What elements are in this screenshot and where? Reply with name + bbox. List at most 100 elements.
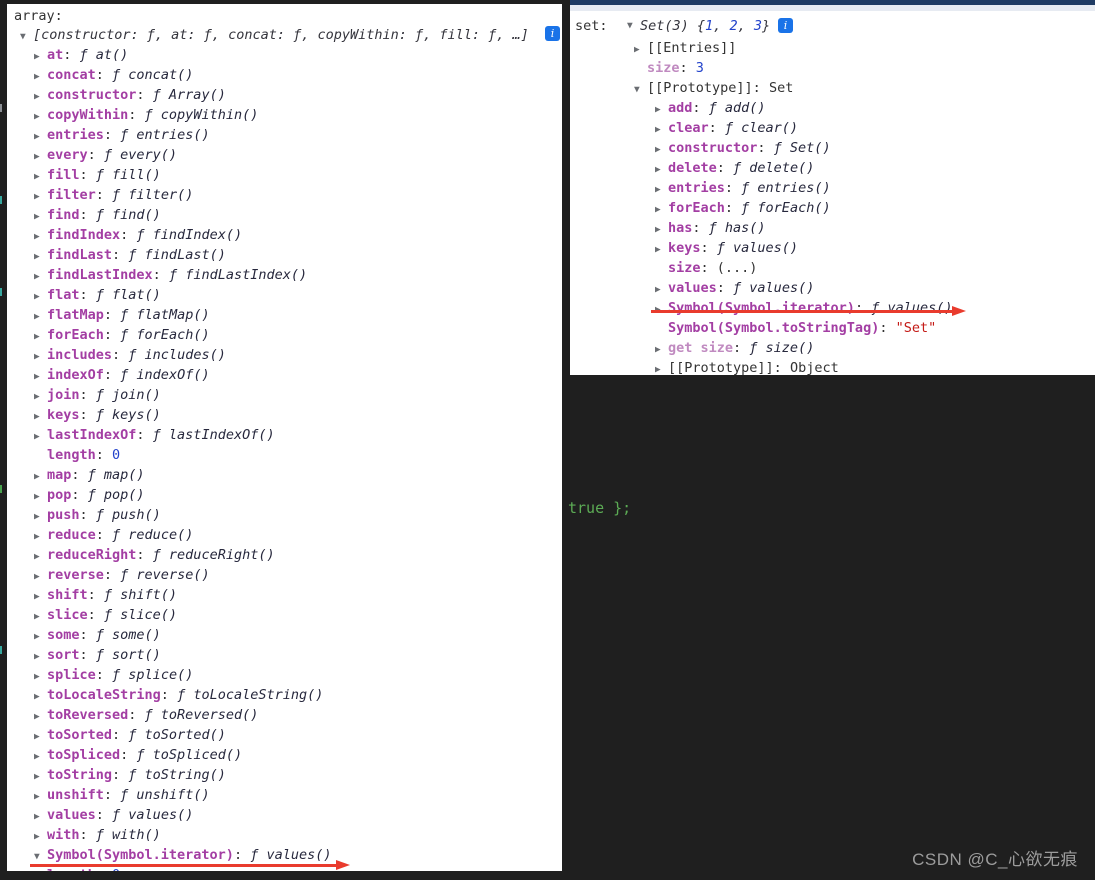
tree-row[interactable]: ▼Symbol(Symbol.iterator): ƒ values() — [7, 845, 562, 865]
chevron-collapsed-icon[interactable]: ▶ — [34, 147, 47, 167]
chevron-collapsed-icon[interactable]: ▶ — [34, 787, 47, 807]
chevron-expanded-icon[interactable]: ▼ — [20, 27, 33, 47]
chevron-collapsed-icon[interactable]: ▶ — [34, 667, 47, 687]
tree-row[interactable]: ▶[[Prototype]]: Object — [570, 358, 1095, 375]
chevron-collapsed-icon[interactable]: ▶ — [655, 340, 668, 360]
tree-row[interactable]: ▶sort: ƒ sort() — [7, 645, 562, 665]
chevron-collapsed-icon[interactable]: ▶ — [34, 407, 47, 427]
chevron-collapsed-icon[interactable]: ▶ — [34, 427, 47, 447]
tree-row[interactable]: ▶entries: ƒ entries() — [570, 178, 1095, 198]
chevron-collapsed-icon[interactable]: ▶ — [34, 547, 47, 567]
chevron-collapsed-icon[interactable]: ▶ — [655, 220, 668, 240]
chevron-expanded-icon[interactable]: ▼ — [634, 80, 647, 100]
chevron-collapsed-icon[interactable]: ▶ — [34, 187, 47, 207]
array-root-row[interactable]: ▼[constructor: ƒ, at: ƒ, concat: ƒ, copy… — [20, 25, 529, 45]
chevron-collapsed-icon[interactable]: ▶ — [34, 307, 47, 327]
chevron-collapsed-icon[interactable]: ▶ — [34, 827, 47, 847]
tree-row[interactable]: ▶entries: ƒ entries() — [7, 125, 562, 145]
tree-row[interactable]: ▶with: ƒ with() — [7, 825, 562, 845]
tree-row[interactable]: ▶findIndex: ƒ findIndex() — [7, 225, 562, 245]
chevron-collapsed-icon[interactable]: ▶ — [34, 367, 47, 387]
tree-row[interactable]: size: (...) — [570, 258, 1095, 278]
chevron-collapsed-icon[interactable]: ▶ — [34, 567, 47, 587]
tree-row[interactable]: ▶findLastIndex: ƒ findLastIndex() — [7, 265, 562, 285]
tree-row[interactable]: ▶some: ƒ some() — [7, 625, 562, 645]
tree-row[interactable]: ▶add: ƒ add() — [570, 98, 1095, 118]
chevron-collapsed-icon[interactable]: ▶ — [34, 47, 47, 67]
chevron-collapsed-icon[interactable]: ▶ — [34, 327, 47, 347]
tree-row[interactable]: ▶reverse: ƒ reverse() — [7, 565, 562, 585]
chevron-collapsed-icon[interactable]: ▶ — [655, 100, 668, 120]
tree-row[interactable]: Symbol(Symbol.toStringTag): "Set" — [570, 318, 1095, 338]
chevron-collapsed-icon[interactable]: ▶ — [34, 727, 47, 747]
tree-row[interactable]: ▶pop: ƒ pop() — [7, 485, 562, 505]
chevron-collapsed-icon[interactable]: ▶ — [34, 287, 47, 307]
chevron-collapsed-icon[interactable]: ▶ — [655, 280, 668, 300]
tree-row[interactable]: ▶push: ƒ push() — [7, 505, 562, 525]
chevron-collapsed-icon[interactable]: ▶ — [34, 627, 47, 647]
chevron-collapsed-icon[interactable]: ▶ — [655, 140, 668, 160]
chevron-collapsed-icon[interactable]: ▶ — [34, 527, 47, 547]
tree-row[interactable]: ▶splice: ƒ splice() — [7, 665, 562, 685]
chevron-collapsed-icon[interactable]: ▶ — [34, 107, 47, 127]
chevron-collapsed-icon[interactable]: ▶ — [34, 687, 47, 707]
chevron-collapsed-icon[interactable]: ▶ — [655, 120, 668, 140]
tree-row[interactable]: ▶constructor: ƒ Set() — [570, 138, 1095, 158]
tree-row[interactable]: ▶findLast: ƒ findLast() — [7, 245, 562, 265]
tree-row[interactable]: size: 3 — [570, 58, 1095, 78]
chevron-collapsed-icon[interactable]: ▶ — [34, 467, 47, 487]
tree-row[interactable]: ▶concat: ƒ concat() — [7, 65, 562, 85]
chevron-collapsed-icon[interactable]: ▶ — [34, 487, 47, 507]
tree-row[interactable]: ▶reduce: ƒ reduce() — [7, 525, 562, 545]
tree-row[interactable]: ▼[[Prototype]]: Set — [570, 78, 1095, 98]
chevron-collapsed-icon[interactable]: ▶ — [34, 247, 47, 267]
tree-row[interactable]: ▶Symbol(Symbol.iterator): ƒ values() — [570, 298, 1095, 318]
chevron-collapsed-icon[interactable]: ▶ — [655, 180, 668, 200]
chevron-collapsed-icon[interactable]: ▶ — [34, 747, 47, 767]
tree-row[interactable]: ▶toString: ƒ toString() — [7, 765, 562, 785]
chevron-collapsed-icon[interactable]: ▶ — [655, 360, 668, 375]
tree-row[interactable]: ▶fill: ƒ fill() — [7, 165, 562, 185]
chevron-collapsed-icon[interactable]: ▶ — [34, 67, 47, 87]
chevron-collapsed-icon[interactable]: ▶ — [34, 267, 47, 287]
tree-row[interactable]: ▶get size: ƒ size() — [570, 338, 1095, 358]
chevron-collapsed-icon[interactable]: ▶ — [34, 647, 47, 667]
tree-row[interactable]: ▶[[Entries]] — [570, 38, 1095, 58]
chevron-collapsed-icon[interactable]: ▶ — [655, 160, 668, 180]
info-icon[interactable]: i — [778, 18, 793, 33]
tree-row[interactable]: ▶toSorted: ƒ toSorted() — [7, 725, 562, 745]
tree-row[interactable]: ▶flat: ƒ flat() — [7, 285, 562, 305]
chevron-collapsed-icon[interactable]: ▶ — [34, 707, 47, 727]
tree-row[interactable]: ▶at: ƒ at() — [7, 45, 562, 65]
chevron-collapsed-icon[interactable]: ▶ — [34, 587, 47, 607]
tree-row[interactable]: ▶toSpliced: ƒ toSpliced() — [7, 745, 562, 765]
chevron-collapsed-icon[interactable]: ▶ — [34, 387, 47, 407]
chevron-collapsed-icon[interactable]: ▶ — [34, 607, 47, 627]
tree-row[interactable]: ▶copyWithin: ƒ copyWithin() — [7, 105, 562, 125]
tree-row[interactable]: ▶lastIndexOf: ƒ lastIndexOf() — [7, 425, 562, 445]
chevron-collapsed-icon[interactable]: ▶ — [655, 200, 668, 220]
tree-row[interactable]: ▶values: ƒ values() — [7, 805, 562, 825]
tree-row[interactable]: ▶keys: ƒ keys() — [7, 405, 562, 425]
tree-row[interactable]: ▶reduceRight: ƒ reduceRight() — [7, 545, 562, 565]
tree-row[interactable]: ▶filter: ƒ filter() — [7, 185, 562, 205]
tree-row[interactable]: ▶forEach: ƒ forEach() — [7, 325, 562, 345]
tree-row[interactable]: ▶join: ƒ join() — [7, 385, 562, 405]
tree-row[interactable]: ▶values: ƒ values() — [570, 278, 1095, 298]
tree-row[interactable]: ▶map: ƒ map() — [7, 465, 562, 485]
tree-row[interactable]: ▶clear: ƒ clear() — [570, 118, 1095, 138]
chevron-collapsed-icon[interactable]: ▶ — [655, 240, 668, 260]
chevron-expanded-icon[interactable]: ▼ — [627, 16, 640, 36]
chevron-collapsed-icon[interactable]: ▶ — [34, 767, 47, 787]
chevron-collapsed-icon[interactable]: ▶ — [34, 127, 47, 147]
tree-row[interactable]: ▶every: ƒ every() — [7, 145, 562, 165]
tree-row[interactable]: ▶shift: ƒ shift() — [7, 585, 562, 605]
tree-row[interactable]: ▶toReversed: ƒ toReversed() — [7, 705, 562, 725]
tree-row[interactable]: ▶indexOf: ƒ indexOf() — [7, 365, 562, 385]
chevron-collapsed-icon[interactable]: ▶ — [634, 40, 647, 60]
chevron-collapsed-icon[interactable]: ▶ — [34, 227, 47, 247]
tree-row[interactable]: ▶has: ƒ has() — [570, 218, 1095, 238]
chevron-collapsed-icon[interactable]: ▶ — [34, 807, 47, 827]
tree-row[interactable]: length: 0 — [7, 445, 562, 465]
tree-row[interactable]: ▶unshift: ƒ unshift() — [7, 785, 562, 805]
